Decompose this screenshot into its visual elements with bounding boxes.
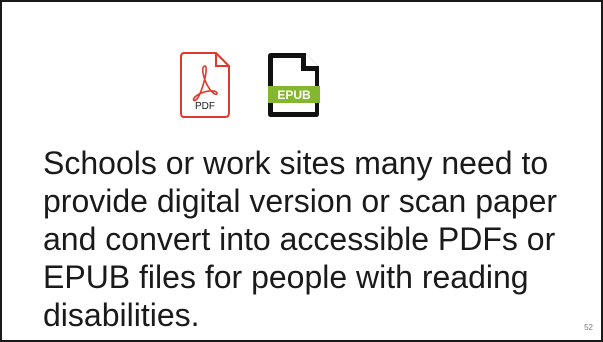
slide-number: 52 — [584, 323, 593, 332]
epub-icon-label: EPUB — [277, 88, 311, 102]
file-format-icons: PDF EPUB — [180, 52, 350, 122]
pdf-file-icon: PDF — [180, 52, 230, 118]
epub-file-icon: EPUB — [268, 53, 320, 117]
slide: PDF EPUB Schools or work sites many need… — [0, 0, 603, 342]
pdf-icon-label: PDF — [195, 101, 215, 112]
slide-body-text: Schools or work sites many need to provi… — [43, 145, 558, 333]
